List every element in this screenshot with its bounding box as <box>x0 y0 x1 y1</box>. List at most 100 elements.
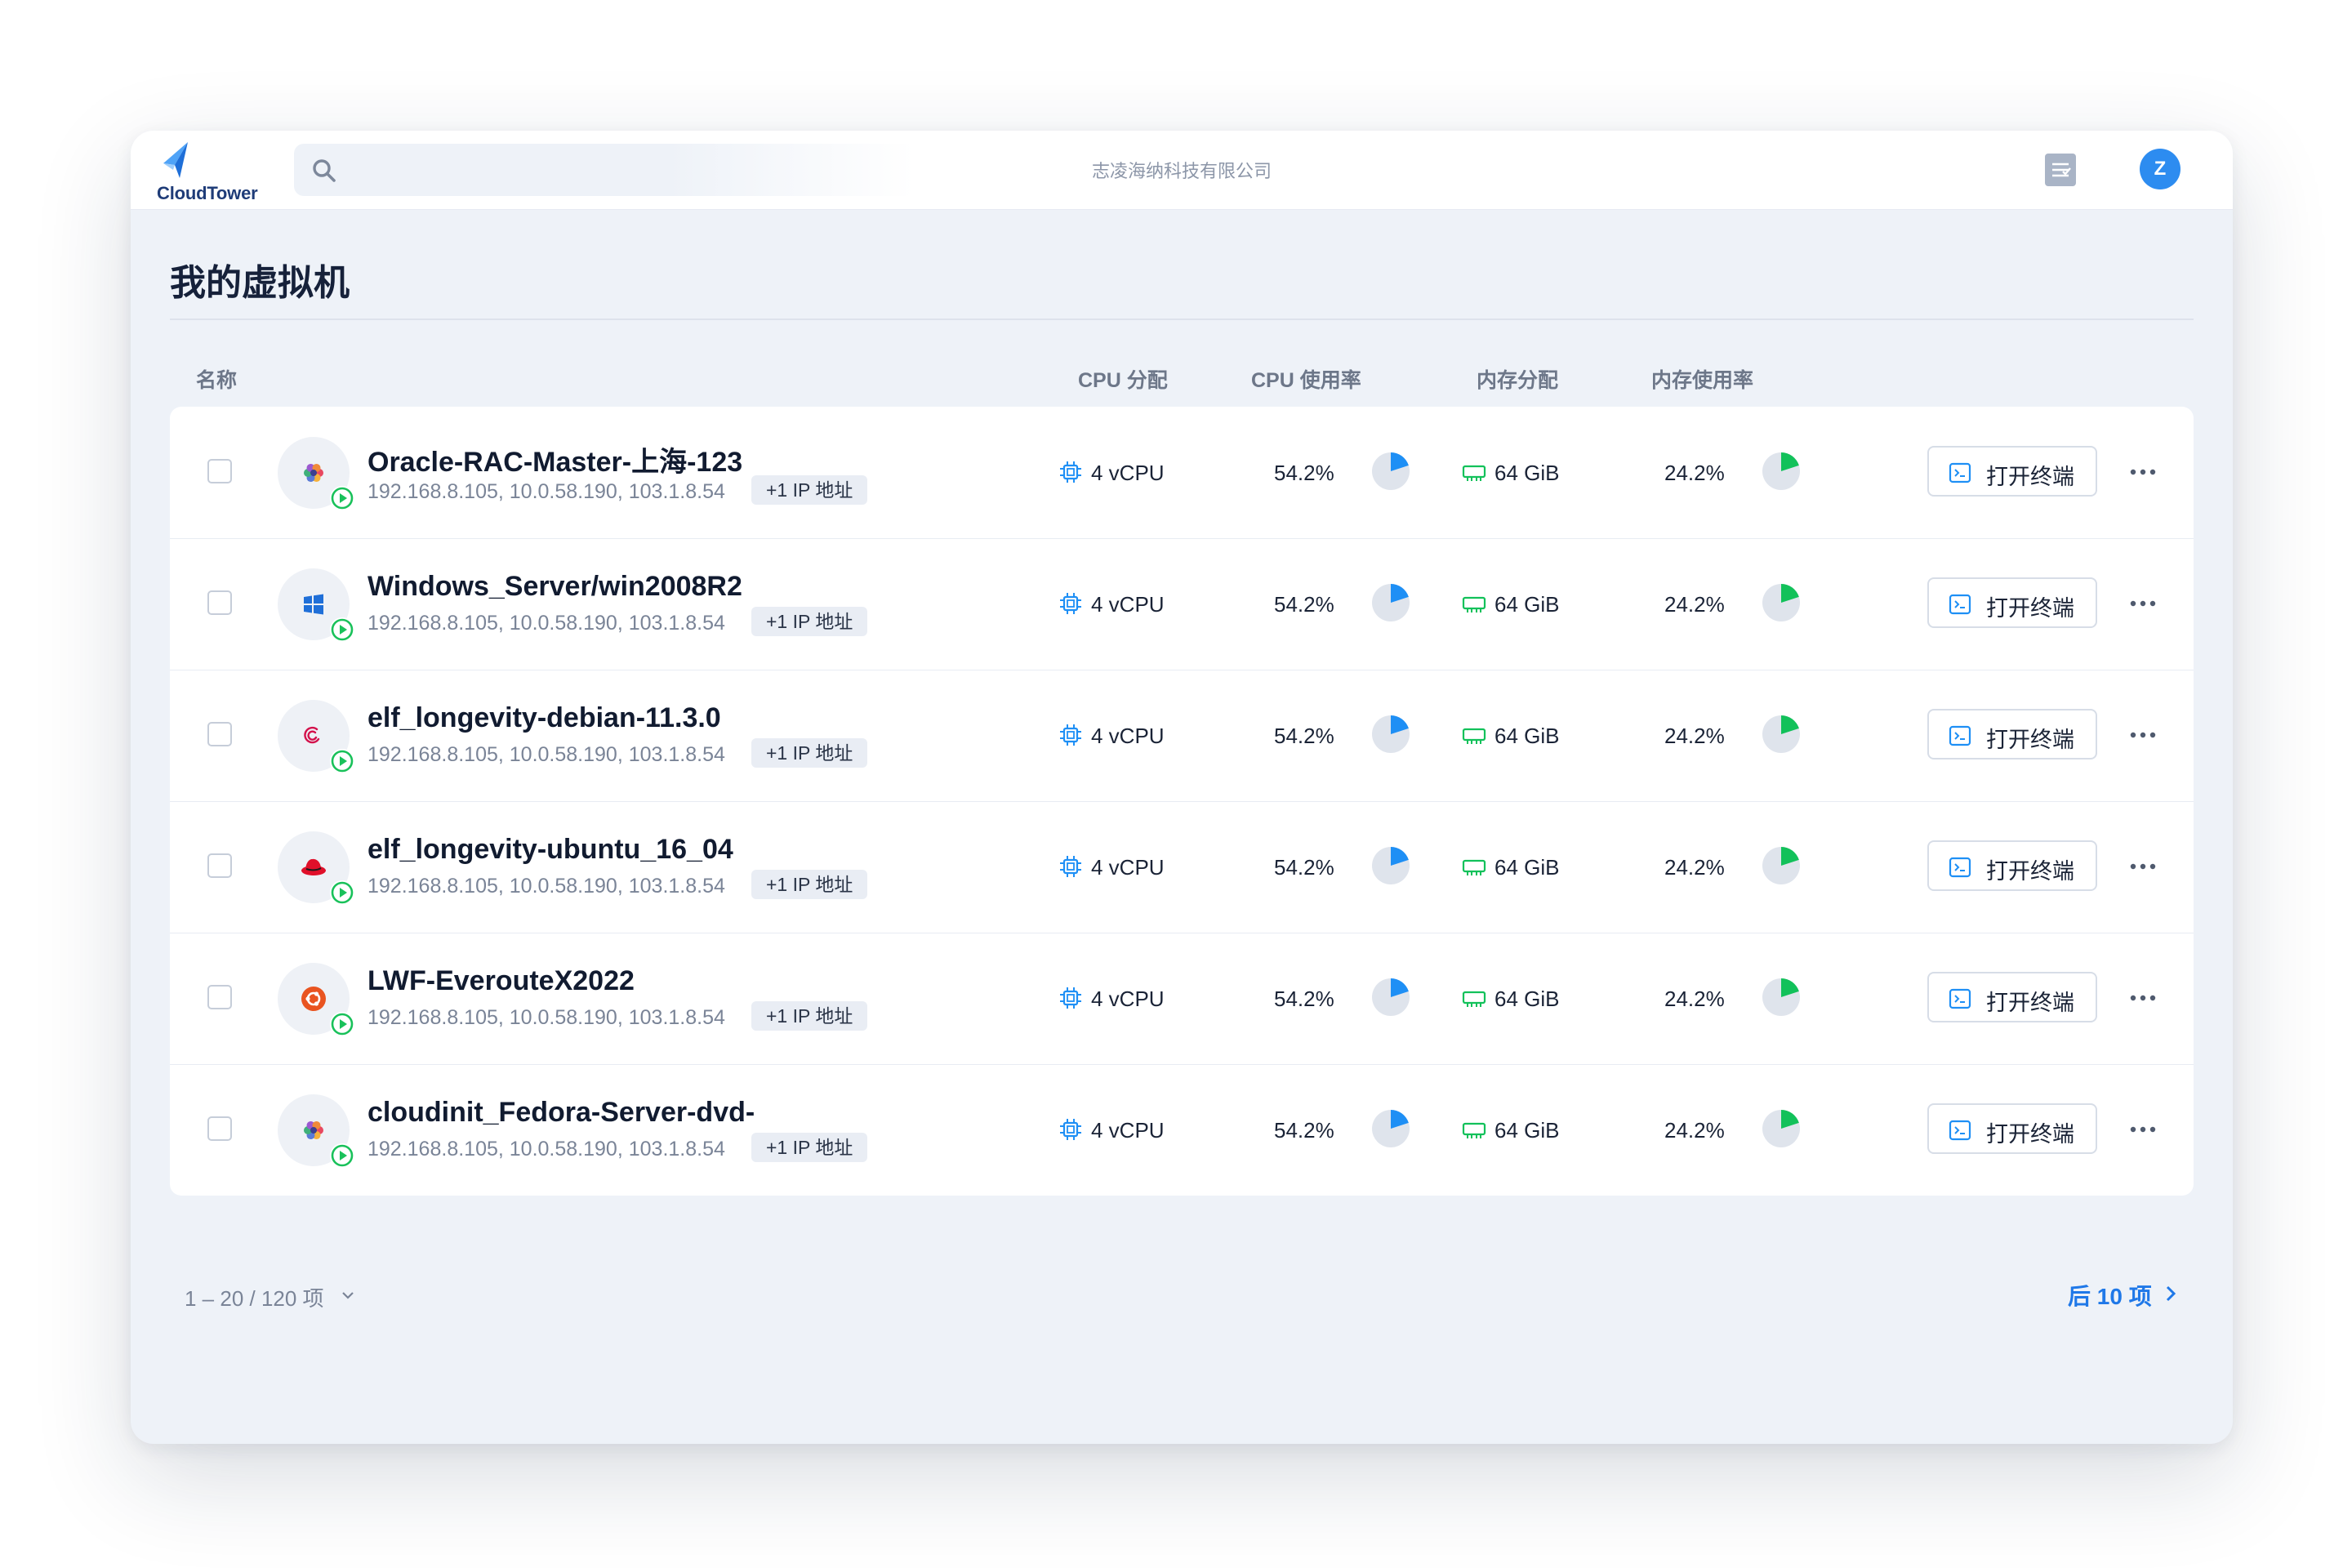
page-title: 我的虚拟机 <box>170 263 350 303</box>
fedora-icon <box>304 463 323 483</box>
cpu-allocation-value: 4 vCPU <box>1091 724 1165 748</box>
more-actions-button[interactable] <box>2117 982 2169 1014</box>
debian-icon <box>304 726 320 744</box>
vm-ip-addresses: 192.168.8.105, 10.0.58.190, 103.1.8.54 <box>368 1138 725 1160</box>
memory-usage-value: 24.2% <box>1664 855 1725 880</box>
cpu-usage-pie <box>1372 715 1410 753</box>
running-status-badge <box>330 617 354 642</box>
cpu-icon <box>1060 987 1081 1009</box>
title-divider <box>170 318 2194 320</box>
row-checkbox[interactable] <box>207 722 232 746</box>
open-terminal-button[interactable]: 打开终端 <box>1927 1103 2097 1154</box>
cpu-usage-pie <box>1372 452 1410 490</box>
extra-ip-badge[interactable]: +1 IP 地址 <box>751 738 868 768</box>
row-checkbox[interactable] <box>207 590 232 615</box>
cpu-usage-pie <box>1372 978 1410 1016</box>
chevron-right-icon[interactable] <box>2163 1284 2179 1303</box>
running-status-badge <box>330 1143 354 1168</box>
more-actions-button[interactable] <box>2117 587 2169 620</box>
terminal-icon <box>1949 1120 1971 1141</box>
cpu-usage-value: 54.2% <box>1274 592 1334 617</box>
cpu-usage-value: 54.2% <box>1274 987 1334 1011</box>
next-page-link[interactable]: 后 10 项 <box>2068 1279 2152 1312</box>
row-checkbox[interactable] <box>207 853 232 878</box>
open-terminal-button[interactable]: 打开终端 <box>1927 972 2097 1022</box>
memory-allocation-value: 64 GiB <box>1494 724 1560 748</box>
vm-name[interactable]: cloudinit_Fedora-Server-dvd- <box>368 1097 755 1129</box>
open-terminal-button[interactable]: 打开终端 <box>1927 577 2097 628</box>
memory-allocation-value: 64 GiB <box>1494 987 1560 1011</box>
open-terminal-button[interactable]: 打开终端 <box>1927 709 2097 760</box>
chevron-down-icon[interactable] <box>340 1287 356 1303</box>
vm-row[interactable]: Windows_Server/win2008R2 192.168.8.105, … <box>170 538 2194 670</box>
column-header-mem-usage[interactable]: 内存使用率 <box>1651 364 1753 394</box>
vm-name[interactable]: LWF-EverouteX2022 <box>368 965 635 997</box>
vm-row[interactable]: Oracle-RAC-Master-上海-123 192.168.8.105, … <box>170 407 2194 539</box>
memory-icon <box>1462 859 1486 875</box>
memory-icon <box>1462 596 1486 612</box>
vm-name[interactable]: Oracle-RAC-Master-上海-123 <box>368 439 742 479</box>
extra-ip-badge[interactable]: +1 IP 地址 <box>751 475 868 505</box>
cpu-usage-value: 54.2% <box>1274 855 1334 880</box>
redhat-icon <box>301 858 326 875</box>
logo-text: CloudTower <box>157 183 258 203</box>
more-actions-button[interactable] <box>2117 719 2169 751</box>
extra-ip-badge[interactable]: +1 IP 地址 <box>751 870 868 899</box>
memory-usage-pie <box>1762 584 1800 621</box>
column-header-mem-alloc[interactable]: 内存分配 <box>1477 364 1558 394</box>
cpu-allocation-value: 4 vCPU <box>1091 987 1165 1011</box>
memory-usage-pie <box>1762 715 1800 753</box>
more-actions-button[interactable] <box>2117 850 2169 883</box>
more-horizontal-icon <box>2130 1126 2156 1133</box>
memory-allocation-value: 64 GiB <box>1494 855 1560 880</box>
vm-ip-addresses: 192.168.8.105, 10.0.58.190, 103.1.8.54 <box>368 612 725 635</box>
vm-name[interactable]: Windows_Server/win2008R2 <box>368 571 742 603</box>
task-list-icon <box>2052 163 2071 177</box>
os-icon-wrap <box>278 1094 354 1168</box>
os-icon-wrap <box>278 831 354 905</box>
more-actions-button[interactable] <box>2117 456 2169 488</box>
memory-allocation-value: 64 GiB <box>1494 461 1560 485</box>
cpu-allocation-value: 4 vCPU <box>1091 592 1165 617</box>
open-terminal-button[interactable]: 打开终端 <box>1927 840 2097 891</box>
running-status-badge <box>330 880 354 905</box>
play-icon <box>331 881 354 904</box>
running-status-badge <box>330 486 354 510</box>
more-horizontal-icon <box>2130 863 2156 870</box>
open-terminal-label: 打开终端 <box>1986 465 2074 489</box>
more-horizontal-icon <box>2130 600 2156 607</box>
windows-icon <box>304 594 323 615</box>
row-checkbox[interactable] <box>207 1116 232 1141</box>
extra-ip-badge[interactable]: +1 IP 地址 <box>751 1133 868 1162</box>
cpu-allocation-value: 4 vCPU <box>1091 461 1165 485</box>
column-header-name[interactable]: 名称 <box>196 364 237 394</box>
vm-name[interactable]: elf_longevity-ubuntu_16_04 <box>368 834 733 866</box>
memory-usage-value: 24.2% <box>1664 1118 1725 1143</box>
open-terminal-button[interactable]: 打开终端 <box>1927 446 2097 497</box>
row-checkbox[interactable] <box>207 985 232 1009</box>
memory-usage-pie <box>1762 847 1800 884</box>
user-avatar[interactable]: Z <box>2140 149 2180 189</box>
vm-name[interactable]: elf_longevity-debian-11.3.0 <box>368 702 721 734</box>
cpu-icon <box>1060 461 1081 483</box>
vm-row[interactable]: cloudinit_Fedora-Server-dvd- 192.168.8.1… <box>170 1064 2194 1196</box>
vm-row[interactable]: elf_longevity-ubuntu_16_04 192.168.8.105… <box>170 801 2194 933</box>
column-header-cpu-alloc[interactable]: CPU 分配 <box>1078 364 1168 394</box>
more-horizontal-icon <box>2130 732 2156 738</box>
task-list-button[interactable] <box>2045 154 2076 186</box>
pagination-range[interactable]: 1 – 20 / 120 项 <box>185 1282 324 1312</box>
vm-row[interactable]: elf_longevity-debian-11.3.0 192.168.8.10… <box>170 670 2194 802</box>
play-icon <box>331 750 354 773</box>
cpu-icon <box>1060 1119 1081 1140</box>
row-checkbox[interactable] <box>207 459 232 483</box>
extra-ip-badge[interactable]: +1 IP 地址 <box>751 1001 868 1031</box>
vm-row[interactable]: LWF-EverouteX2022 192.168.8.105, 10.0.58… <box>170 933 2194 1065</box>
vm-ip-addresses: 192.168.8.105, 10.0.58.190, 103.1.8.54 <box>368 743 725 766</box>
extra-ip-badge[interactable]: +1 IP 地址 <box>751 607 868 636</box>
more-actions-button[interactable] <box>2117 1113 2169 1146</box>
terminal-icon <box>1949 594 1971 615</box>
cpu-icon <box>1060 856 1081 877</box>
open-terminal-label: 打开终端 <box>1986 991 2074 1015</box>
column-header-cpu-usage[interactable]: CPU 使用率 <box>1251 364 1361 394</box>
running-status-badge <box>330 1012 354 1036</box>
